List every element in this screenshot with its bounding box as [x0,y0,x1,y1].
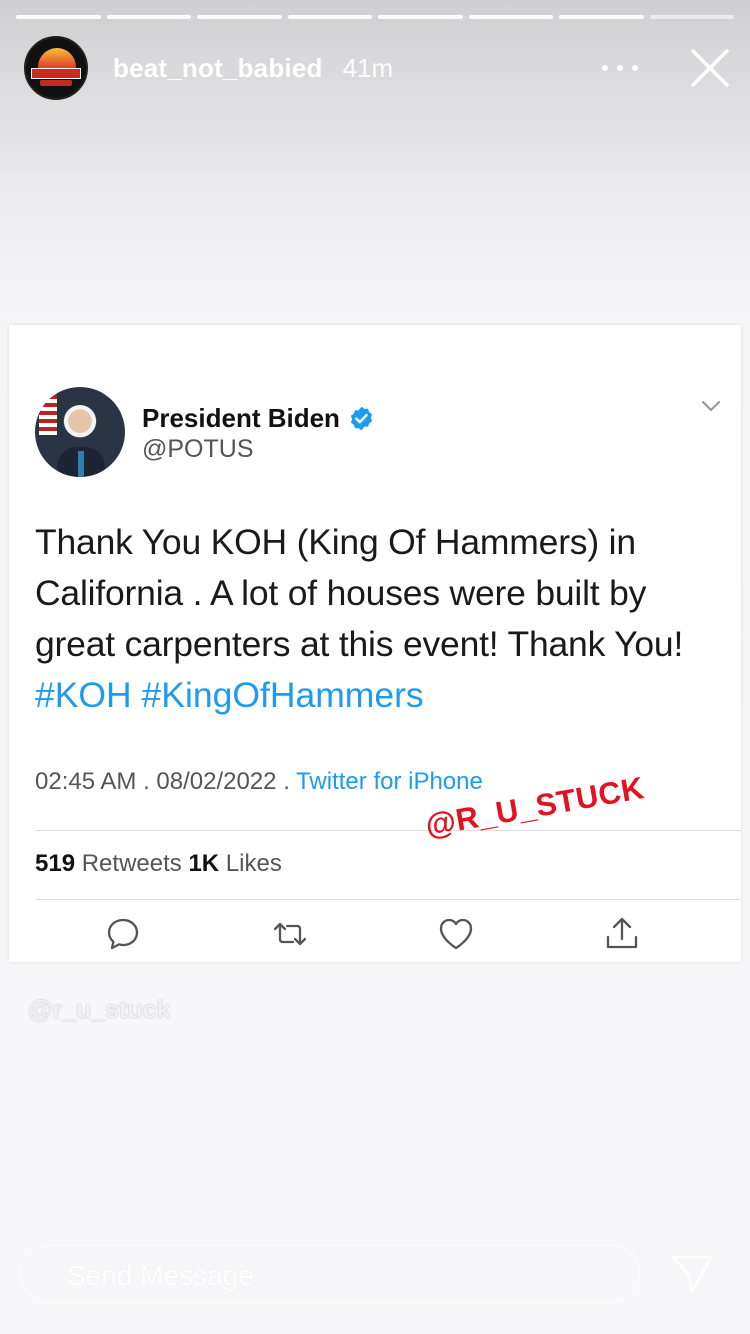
close-icon[interactable] [690,48,730,88]
story-username[interactable]: beat_not_babied [113,53,323,84]
tweet-timestamp: 02:45 AM . 08/02/2022 . [35,768,290,795]
progress-segment [468,15,553,19]
hashtag-kingofhammers: #KingOfHammers [141,675,424,715]
send-message-input[interactable]: Send Message [20,1245,640,1303]
tweet-source: Twitter for iPhone [296,768,483,795]
verified-badge-icon [350,406,373,431]
ghost-watermark-text: @r_u_stuck [28,996,171,1024]
avatar-logo-base [40,80,72,86]
more-options-icon[interactable] [602,56,638,80]
avatar-logo-banner [31,68,81,79]
retweet-icon [273,922,307,946]
author-name-text: President Biden [142,403,340,433]
progress-segment [378,15,463,19]
tweet-author-handle: @POTUS [142,435,254,463]
tweet-hashtags: #KOH #KingOfHammers [35,670,424,721]
progress-segment [287,15,372,19]
tweet-text: Thank You KOH (King Of Hammers) in Calif… [35,522,684,664]
divider [35,899,741,900]
send-message-placeholder: Send Message [67,1260,254,1291]
tweet-screenshot-card: President Biden @POTUS Thank You KOH (Ki… [9,325,741,962]
story-time: 41m [342,52,394,83]
progress-segment [106,15,191,19]
progress-segment [197,15,282,19]
hashtag-koh: #KOH [35,675,132,715]
progress-segment [16,15,101,19]
progress-segment-current [649,15,734,19]
likes-count: 1K [188,850,220,877]
tweet-metadata: 02:45 AM . 08/02/2022 . Twitter for iPho… [35,768,483,796]
tweet-author-avatar [35,387,125,477]
retweets-count: 519 [35,850,76,877]
heart-icon [439,918,473,950]
profile-avatar[interactable] [24,36,88,100]
avatar-logo-sun [38,48,76,68]
progress-segment [559,15,644,19]
send-icon[interactable] [670,1252,714,1296]
tweet-stats: 519 Retweets 1K Likes [35,850,282,878]
reply-icon [107,918,139,950]
tweet-author-name: President Biden [142,403,375,434]
story-progress-bar [16,15,734,19]
retweets-label: Retweets [81,850,182,877]
tweet-actions [9,911,741,957]
story-header: beat_not_babied 41m [24,36,730,100]
likes-label: Likes [225,850,282,877]
divider [35,830,741,831]
chevron-down-icon [701,400,721,412]
share-icon [606,917,638,949]
